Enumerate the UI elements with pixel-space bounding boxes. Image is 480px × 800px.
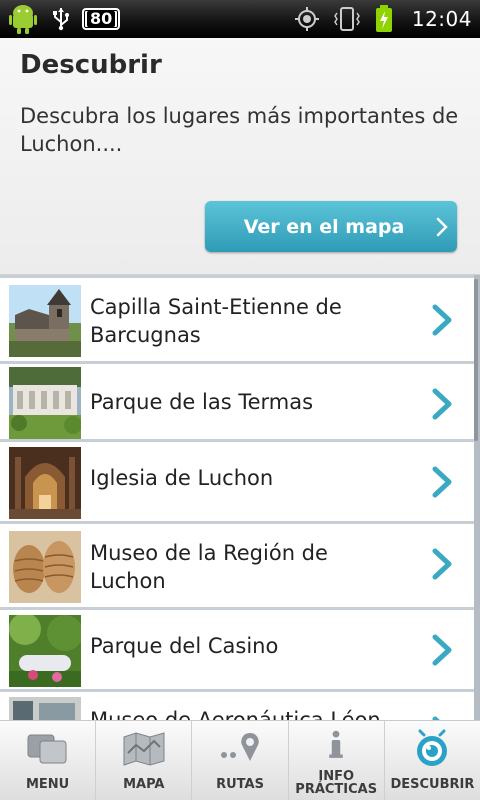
status-clock: 12:04: [411, 7, 472, 31]
tab-label: MAPA: [123, 777, 165, 792]
place-title: Parque de las Termas: [90, 390, 314, 414]
status-left-icons: 80: [6, 0, 121, 38]
list-item[interactable]: Parque de las Termas: [0, 361, 474, 439]
place-thumbnail-thermal-park: [9, 367, 81, 439]
view-on-map-button[interactable]: Ver en el mapa: [205, 201, 457, 252]
place-title: Capilla Saint-Etienne de Barcugnas: [90, 295, 342, 347]
chevron-right-icon: [432, 548, 452, 580]
list-item[interactable]: Iglesia de Luchon: [0, 439, 474, 521]
place-title: Museo de Aeronáutica Léon: [90, 708, 381, 720]
android-notification-icon: [9, 5, 37, 34]
discover-header: Descubrir Descubra los lugares más impor…: [0, 38, 480, 275]
status-right-icons: 12:04: [294, 0, 472, 38]
status-bar: 80 12:04: [0, 0, 480, 38]
usb-icon: [53, 8, 69, 31]
chevron-right-icon: [436, 217, 448, 237]
battery-level-text: 80: [87, 11, 116, 27]
place-thumbnail-aeronautics-museum: [9, 697, 81, 720]
places-list[interactable]: Capilla Saint-Etienne de Barcugnas Parqu: [0, 275, 480, 720]
bottom-tab-bar: MENU MAPA RUTAS INFO PRÁCTICAS DESCUBRIR: [0, 720, 480, 800]
list-scrollbar[interactable]: [474, 279, 478, 441]
vibrate-icon: [333, 7, 360, 31]
tab-routes[interactable]: RUTAS: [192, 721, 289, 800]
discover-icon: [417, 729, 448, 766]
page-title: Descubrir: [20, 50, 162, 80]
tab-label: RUTAS: [216, 777, 264, 792]
menu-icon: [27, 734, 67, 764]
tab-label: MENU: [25, 777, 70, 792]
tab-discover[interactable]: DESCUBRIR: [385, 721, 480, 800]
routes-icon: [221, 733, 259, 761]
chevron-right-icon: [432, 634, 452, 666]
list-item[interactable]: Museo de la Región de Luchon: [0, 521, 474, 607]
info-icon: [329, 730, 344, 758]
tab-label: DESCUBRIR: [390, 777, 475, 792]
view-on-map-label: Ver en el mapa: [243, 215, 405, 238]
chevron-right-icon: [432, 466, 452, 498]
chevron-right-icon: [432, 304, 452, 336]
place-title: Parque del Casino: [90, 634, 279, 658]
page-description: Descubra los lugares más importantes de …: [20, 104, 459, 156]
list-item[interactable]: Museo de Aeronáutica Léon: [0, 689, 474, 720]
tab-practical-info[interactable]: INFO PRÁCTICAS: [289, 721, 385, 800]
place-thumbnail-church: [9, 447, 81, 519]
map-icon: [123, 732, 165, 766]
list-item[interactable]: Capilla Saint-Etienne de Barcugnas: [0, 275, 474, 361]
gps-icon: [294, 7, 319, 31]
tab-label: INFO PRÁCTICAS: [295, 769, 378, 797]
tab-menu[interactable]: MENU: [0, 721, 97, 800]
place-thumbnail-casino-park: [9, 615, 81, 687]
place-title: Museo de la Región de Luchon: [90, 541, 328, 593]
place-title: Iglesia de Luchon: [90, 466, 274, 490]
place-thumbnail-museum: [9, 531, 81, 603]
tab-map[interactable]: MAPA: [96, 721, 193, 800]
battery-level-badge: 80: [82, 8, 121, 30]
place-thumbnail-chapel: [9, 285, 81, 357]
battery-charging-icon: [375, 5, 392, 32]
list-item[interactable]: Parque del Casino: [0, 607, 474, 689]
chevron-right-icon: [432, 388, 452, 420]
